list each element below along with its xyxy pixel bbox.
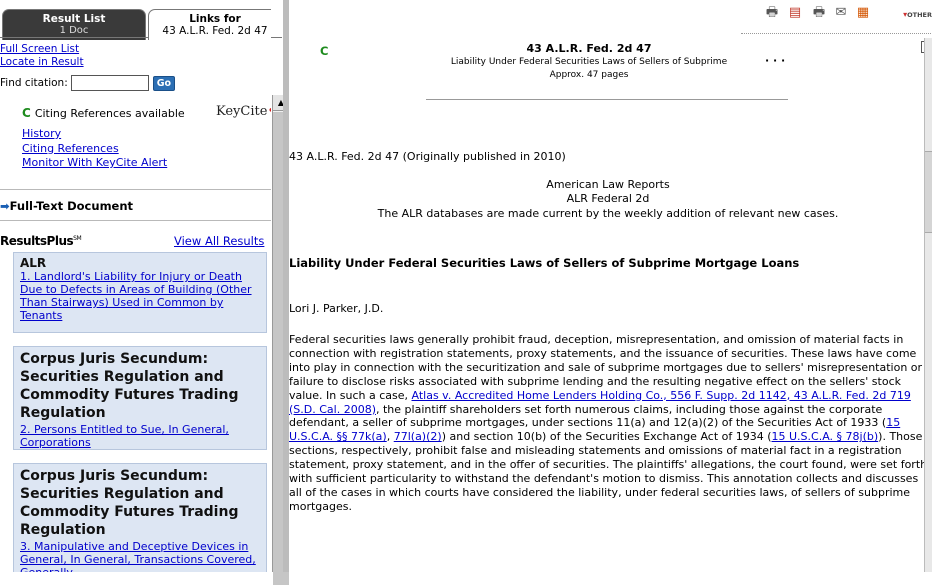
tab-links-for-citation: 43 A.L.R. Fed. 2d 47 bbox=[162, 25, 268, 37]
results-plus-card: Corpus Juris Secundum: Securities Regula… bbox=[13, 346, 267, 450]
card-heading: ALR bbox=[20, 256, 47, 270]
print-icon[interactable]: 🖶 bbox=[812, 6, 826, 20]
left-pane: Result List 1 Doc Links for 43 A.L.R. Fe… bbox=[0, 0, 271, 572]
citation-line: 43 A.L.R. Fed. 2d 47 (Originally publish… bbox=[289, 150, 566, 163]
results-plus-card: Corpus Juris Secundum: Securities Regula… bbox=[13, 463, 267, 572]
series-name: American Law Reports bbox=[546, 178, 670, 191]
tab-links-for[interactable]: Links for 43 A.L.R. Fed. 2d 47 bbox=[148, 9, 271, 40]
list-actions: Full Screen List Locate in Result bbox=[0, 43, 84, 69]
tab-result-list[interactable]: Result List 1 Doc bbox=[2, 9, 146, 40]
links-scroll-area: C Citing References available KeyCite• H… bbox=[0, 95, 271, 572]
find-citation-label: Find citation: bbox=[0, 77, 68, 89]
keycite-flag-icon: C bbox=[22, 106, 31, 120]
arrow-right-icon: ➡ bbox=[0, 199, 10, 213]
card-heading: Corpus Juris Secundum: Securities Regula… bbox=[20, 351, 239, 421]
page-count: Approx. 47 pages bbox=[549, 70, 629, 80]
document-pane: 🖶 ▤ 🖶 ✉ ▦ ▾OTHER C 43 A.L.R. Fed. 2d 47 … bbox=[289, 0, 932, 572]
document-toolbar: 🖶 ▤ 🖶 ✉ ▦ ▾OTHER bbox=[732, 0, 932, 26]
full-screen-list-link[interactable]: Full Screen List bbox=[0, 43, 79, 55]
find-citation-input[interactable] bbox=[70, 75, 149, 91]
citing-available-text: Citing References available bbox=[34, 106, 185, 120]
document-scrollbar[interactable] bbox=[924, 38, 932, 572]
tab-result-list-label: Result List bbox=[42, 13, 106, 25]
card-heading: Corpus Juris Secundum: Securities Regula… bbox=[20, 468, 239, 538]
citing-references-link[interactable]: Citing References bbox=[22, 142, 119, 155]
divider bbox=[0, 220, 271, 221]
tab-links-for-label: Links for bbox=[189, 13, 241, 25]
tab-bar: Result List 1 Doc Links for 43 A.L.R. Fe… bbox=[0, 0, 271, 40]
keycite-status: C Citing References available bbox=[22, 106, 185, 120]
statute-link[interactable]: 15 U.S.C.A. § 78j(b) bbox=[772, 430, 879, 443]
header-rule bbox=[426, 99, 788, 100]
other-options-button[interactable]: ▾OTHER bbox=[903, 10, 932, 19]
divider bbox=[0, 189, 271, 190]
card-link[interactable]: 3. Manipulative and Deceptive Devices in… bbox=[20, 540, 260, 572]
add-folder-icon[interactable]: ▦ bbox=[856, 6, 870, 20]
document-title: 43 A.L.R. Fed. 2d 47 bbox=[526, 42, 652, 55]
author: Lori J. Parker, J.D. bbox=[289, 302, 384, 315]
go-button[interactable]: Go bbox=[152, 75, 176, 91]
card-link[interactable]: 2. Persons Entitled to Sue, In General, … bbox=[20, 423, 260, 449]
card-link[interactable]: 1. Landlord's Liability for Injury or De… bbox=[20, 270, 260, 322]
results-plus-header: ResultsPlusSM View All Results bbox=[0, 234, 271, 248]
more-title-icon[interactable]: · · · bbox=[765, 54, 785, 67]
scrollbar-thumb[interactable] bbox=[925, 151, 932, 233]
print-preview-icon[interactable]: 🖶 bbox=[765, 6, 779, 20]
statute-link[interactable]: 77l(a)(2) bbox=[394, 430, 442, 443]
results-plus-card: ALR 1. Landlord's Liability for Injury o… bbox=[13, 252, 267, 333]
body-paragraph: Federal securities laws generally prohib… bbox=[289, 333, 928, 513]
document-subtitle: Liability Under Federal Securities Laws … bbox=[450, 57, 728, 67]
database-note: The ALR databases are made current by th… bbox=[377, 207, 839, 220]
series-subname: ALR Federal 2d bbox=[566, 192, 650, 205]
full-text-document-label: Full-Text Document bbox=[9, 199, 134, 213]
keycite-panel: C Citing References available KeyCite• H… bbox=[0, 95, 271, 189]
history-link[interactable]: History bbox=[22, 127, 61, 140]
find-citation-row: Find citation: Go bbox=[0, 75, 176, 91]
full-text-document-item[interactable]: ➡Full-Text Document bbox=[0, 199, 133, 213]
toolbar-dotted-rule bbox=[741, 33, 931, 34]
locate-in-result-link[interactable]: Locate in Result bbox=[0, 56, 84, 68]
keycite-links: History Citing References Monitor With K… bbox=[22, 127, 167, 171]
results-plus-title: ResultsPlusSM bbox=[0, 234, 82, 248]
section-heading: Liability Under Federal Securities Laws … bbox=[289, 256, 800, 270]
tab-result-list-count: 1 Doc bbox=[59, 25, 89, 36]
email-icon[interactable]: ✉ bbox=[834, 6, 848, 20]
download-icon[interactable]: ▤ bbox=[788, 6, 802, 20]
view-all-results-link[interactable]: View All Results bbox=[174, 234, 264, 248]
keycite-logo: KeyCite• bbox=[216, 104, 271, 119]
keycite-alert-link[interactable]: Monitor With KeyCite Alert bbox=[22, 156, 167, 169]
